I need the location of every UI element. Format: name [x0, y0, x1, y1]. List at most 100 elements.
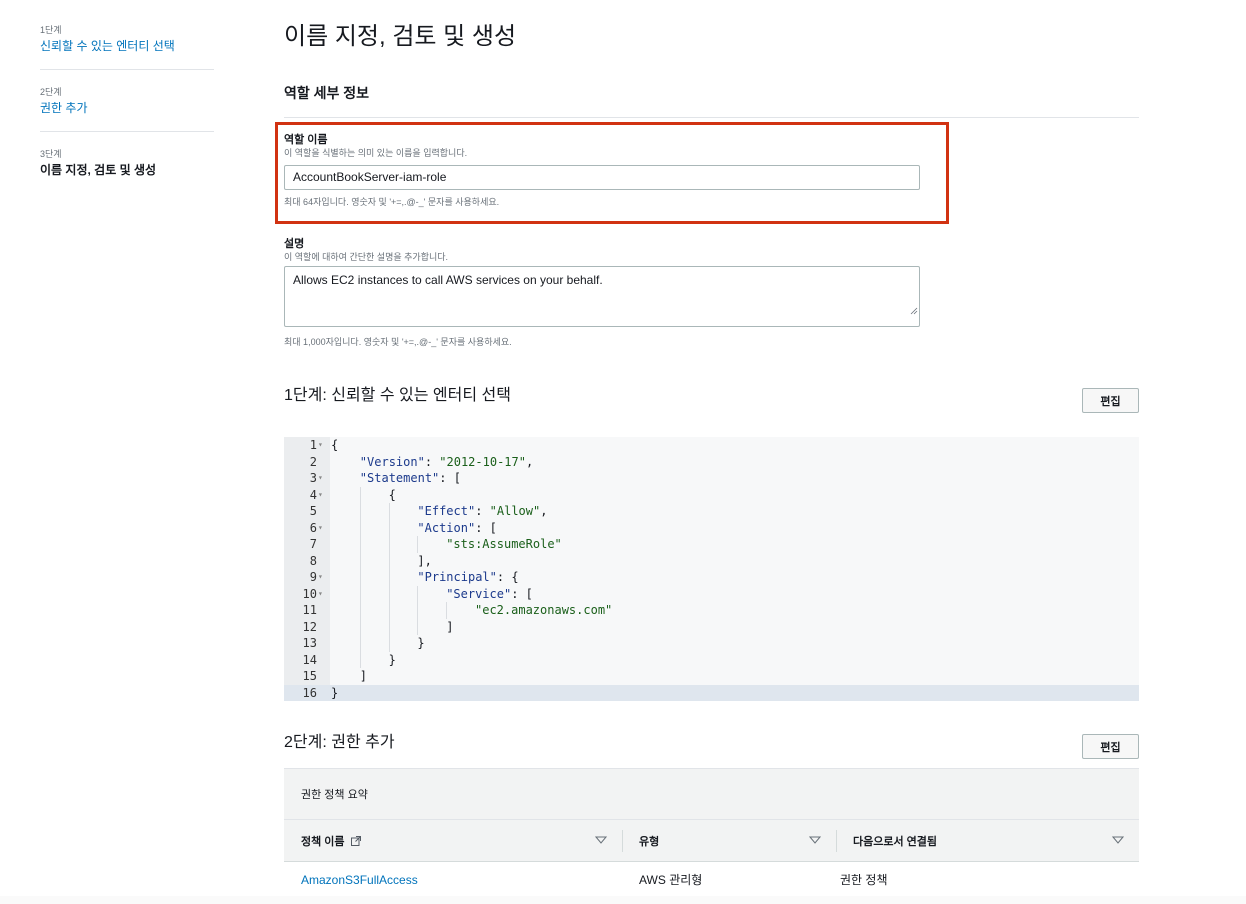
line-number: 14: [302, 652, 317, 667]
code-text: "Statement": [: [359, 471, 461, 485]
column-label: 유형: [639, 836, 660, 848]
indent-guide: [359, 651, 361, 668]
fold-arrow-icon[interactable]: ▾: [318, 487, 328, 504]
indent-guide: [359, 602, 361, 619]
line-number: 3: [309, 471, 317, 485]
column-header-attached-as[interactable]: 다음으로서 연결됨: [853, 820, 937, 862]
description-textarea[interactable]: Allows EC2 instances to call AWS service…: [284, 266, 920, 327]
line-number: 16: [302, 685, 317, 700]
sort-down-icon[interactable]: [809, 835, 821, 845]
code-text: "Action": [: [417, 520, 497, 535]
code-text: "ec2.amazonaws.com": [475, 603, 613, 617]
fold-arrow-icon[interactable]: ▾: [318, 437, 328, 454]
indent-guide: [359, 569, 361, 586]
role-name-label: 역할 이름: [284, 134, 328, 146]
code-text: "Effect": "Allow",: [417, 504, 548, 518]
code-line: 9 ▾ "Principal": {: [284, 569, 1139, 586]
column-header-policy-name[interactable]: 정책 이름: [301, 820, 362, 862]
code-line: 2 "Version": "2012-10-17",: [284, 454, 1139, 471]
step-link-add-permissions[interactable]: 권한 추가: [40, 100, 214, 116]
code-line: 10 ▾ "Service": [: [284, 585, 1139, 603]
description-label: 설명: [284, 238, 305, 250]
code-line: 3 ▾ "Statement": [: [284, 470, 1139, 487]
indent-guide: [359, 486, 361, 503]
role-description-field: 설명 이 역할에 대하여 간단한 설명을 추가합니다. Allows EC2 i…: [284, 237, 924, 348]
code-text: ]: [359, 669, 368, 683]
indent-guide: [388, 635, 390, 652]
role-name-field: 역할 이름 이 역할을 식별하는 의미 있는 이름을 입력합니다. Accoun…: [284, 133, 924, 208]
fold-arrow-icon[interactable]: ▾: [318, 520, 328, 537]
indent-guide: [359, 519, 361, 536]
fold-arrow-icon[interactable]: ▾: [318, 586, 328, 603]
code-line: 15]: [284, 668, 1139, 685]
code-line: 13}: [284, 635, 1139, 652]
code-line: 6 ▾ "Action": [: [284, 519, 1139, 537]
indent-guide: [359, 536, 361, 553]
line-number: 7: [309, 537, 317, 551]
page-bottom-strip: [0, 896, 1246, 904]
column-header-type[interactable]: 유형: [639, 820, 659, 862]
permissions-summary-panel: 권한 정책 요약 정책 이름 유형 다음으로서 연결됨 AmazonS3Full…: [284, 768, 1139, 897]
policy-type-cell: AWS 관리형: [639, 873, 703, 887]
code-text: }: [331, 685, 339, 700]
code-text: }: [417, 636, 425, 650]
code-line: 11 "ec2.amazonaws.com": [284, 602, 1139, 619]
panel-title: 권한 정책 요약: [284, 769, 1139, 820]
step-link-select-trusted-entity[interactable]: 신뢰할 수 있는 엔터티 선택: [40, 38, 214, 54]
code-line: 14}: [284, 651, 1139, 668]
code-text: ],: [417, 553, 432, 568]
description-help: 이 역할에 대하여 간단한 설명을 추가합니다.: [284, 252, 449, 262]
edit-step2-button[interactable]: 편집: [1082, 734, 1139, 759]
indent-guide: [417, 602, 419, 619]
indent-guide: [388, 519, 390, 536]
resize-grip-icon[interactable]: [910, 307, 918, 315]
code-line: 16}: [284, 684, 1139, 701]
section-divider: [284, 117, 1139, 118]
code-line: 7 "sts:AssumeRole": [284, 536, 1139, 553]
code-text: "sts:AssumeRole": [446, 537, 562, 551]
sort-down-icon[interactable]: [595, 835, 607, 845]
line-number: 8: [309, 553, 317, 568]
code-line: 8],: [284, 552, 1139, 569]
fold-arrow-icon[interactable]: ▾: [318, 569, 328, 586]
indent-guide: [417, 618, 419, 635]
wizard-step-3: 3단계 이름 지정, 검토 및 생성: [40, 148, 214, 193]
line-number: 5: [309, 504, 317, 518]
line-number: 15: [302, 669, 317, 683]
line-number: 9: [309, 570, 317, 584]
line-number: 12: [302, 619, 317, 634]
code-text: "Version": "2012-10-17",: [359, 454, 534, 469]
indent-guide: [388, 503, 390, 520]
policy-name-link[interactable]: AmazonS3FullAccess: [301, 862, 418, 897]
column-label: 다음으로서 연결됨: [853, 836, 938, 848]
sort-down-icon[interactable]: [1112, 835, 1124, 845]
attached-as-cell: 권한 정책: [840, 873, 888, 887]
indent-guide: [388, 552, 390, 569]
line-number: 2: [309, 454, 317, 469]
code-line: 12]: [284, 618, 1139, 635]
role-name-description: 이 역할을 식별하는 의미 있는 이름을 입력합니다.: [284, 148, 468, 158]
code-text: }: [388, 652, 396, 667]
edit-step1-button[interactable]: 편집: [1082, 388, 1139, 413]
role-name-input[interactable]: AccountBookServer-iam-role: [284, 165, 920, 190]
indent-guide: [388, 569, 390, 586]
section-title-role-details: 역할 세부 정보: [284, 85, 370, 101]
indent-guide: [359, 552, 361, 569]
code-text: ]: [446, 619, 454, 634]
table-row: AmazonS3FullAccess AWS 관리형 권한 정책: [284, 862, 1139, 897]
column-divider: [836, 830, 837, 852]
code-line: 4 ▾ {: [284, 486, 1139, 504]
code-text: {: [388, 487, 396, 502]
external-link-icon: [350, 836, 361, 846]
trust-policy-editor[interactable]: 1 ▾{2 "Version": "2012-10-17", 3 ▾ "Statement…: [284, 437, 1139, 701]
indent-guide: [359, 585, 361, 602]
fold-arrow-icon[interactable]: ▾: [318, 470, 328, 487]
wizard-steps-nav: 1단계 신뢰할 수 있는 엔터티 선택 2단계 권한 추가 3단계 이름 지정,…: [40, 24, 214, 209]
indent-guide: [388, 618, 390, 635]
table-header-row: 정책 이름 유형 다음으로서 연결됨: [284, 820, 1139, 862]
indent-guide: [359, 503, 361, 520]
code-line: 5 "Effect": "Allow",: [284, 503, 1139, 520]
indent-guide: [417, 585, 419, 602]
step2-summary-title: 2단계: 권한 추가: [284, 734, 395, 751]
indent-guide: [417, 536, 419, 553]
